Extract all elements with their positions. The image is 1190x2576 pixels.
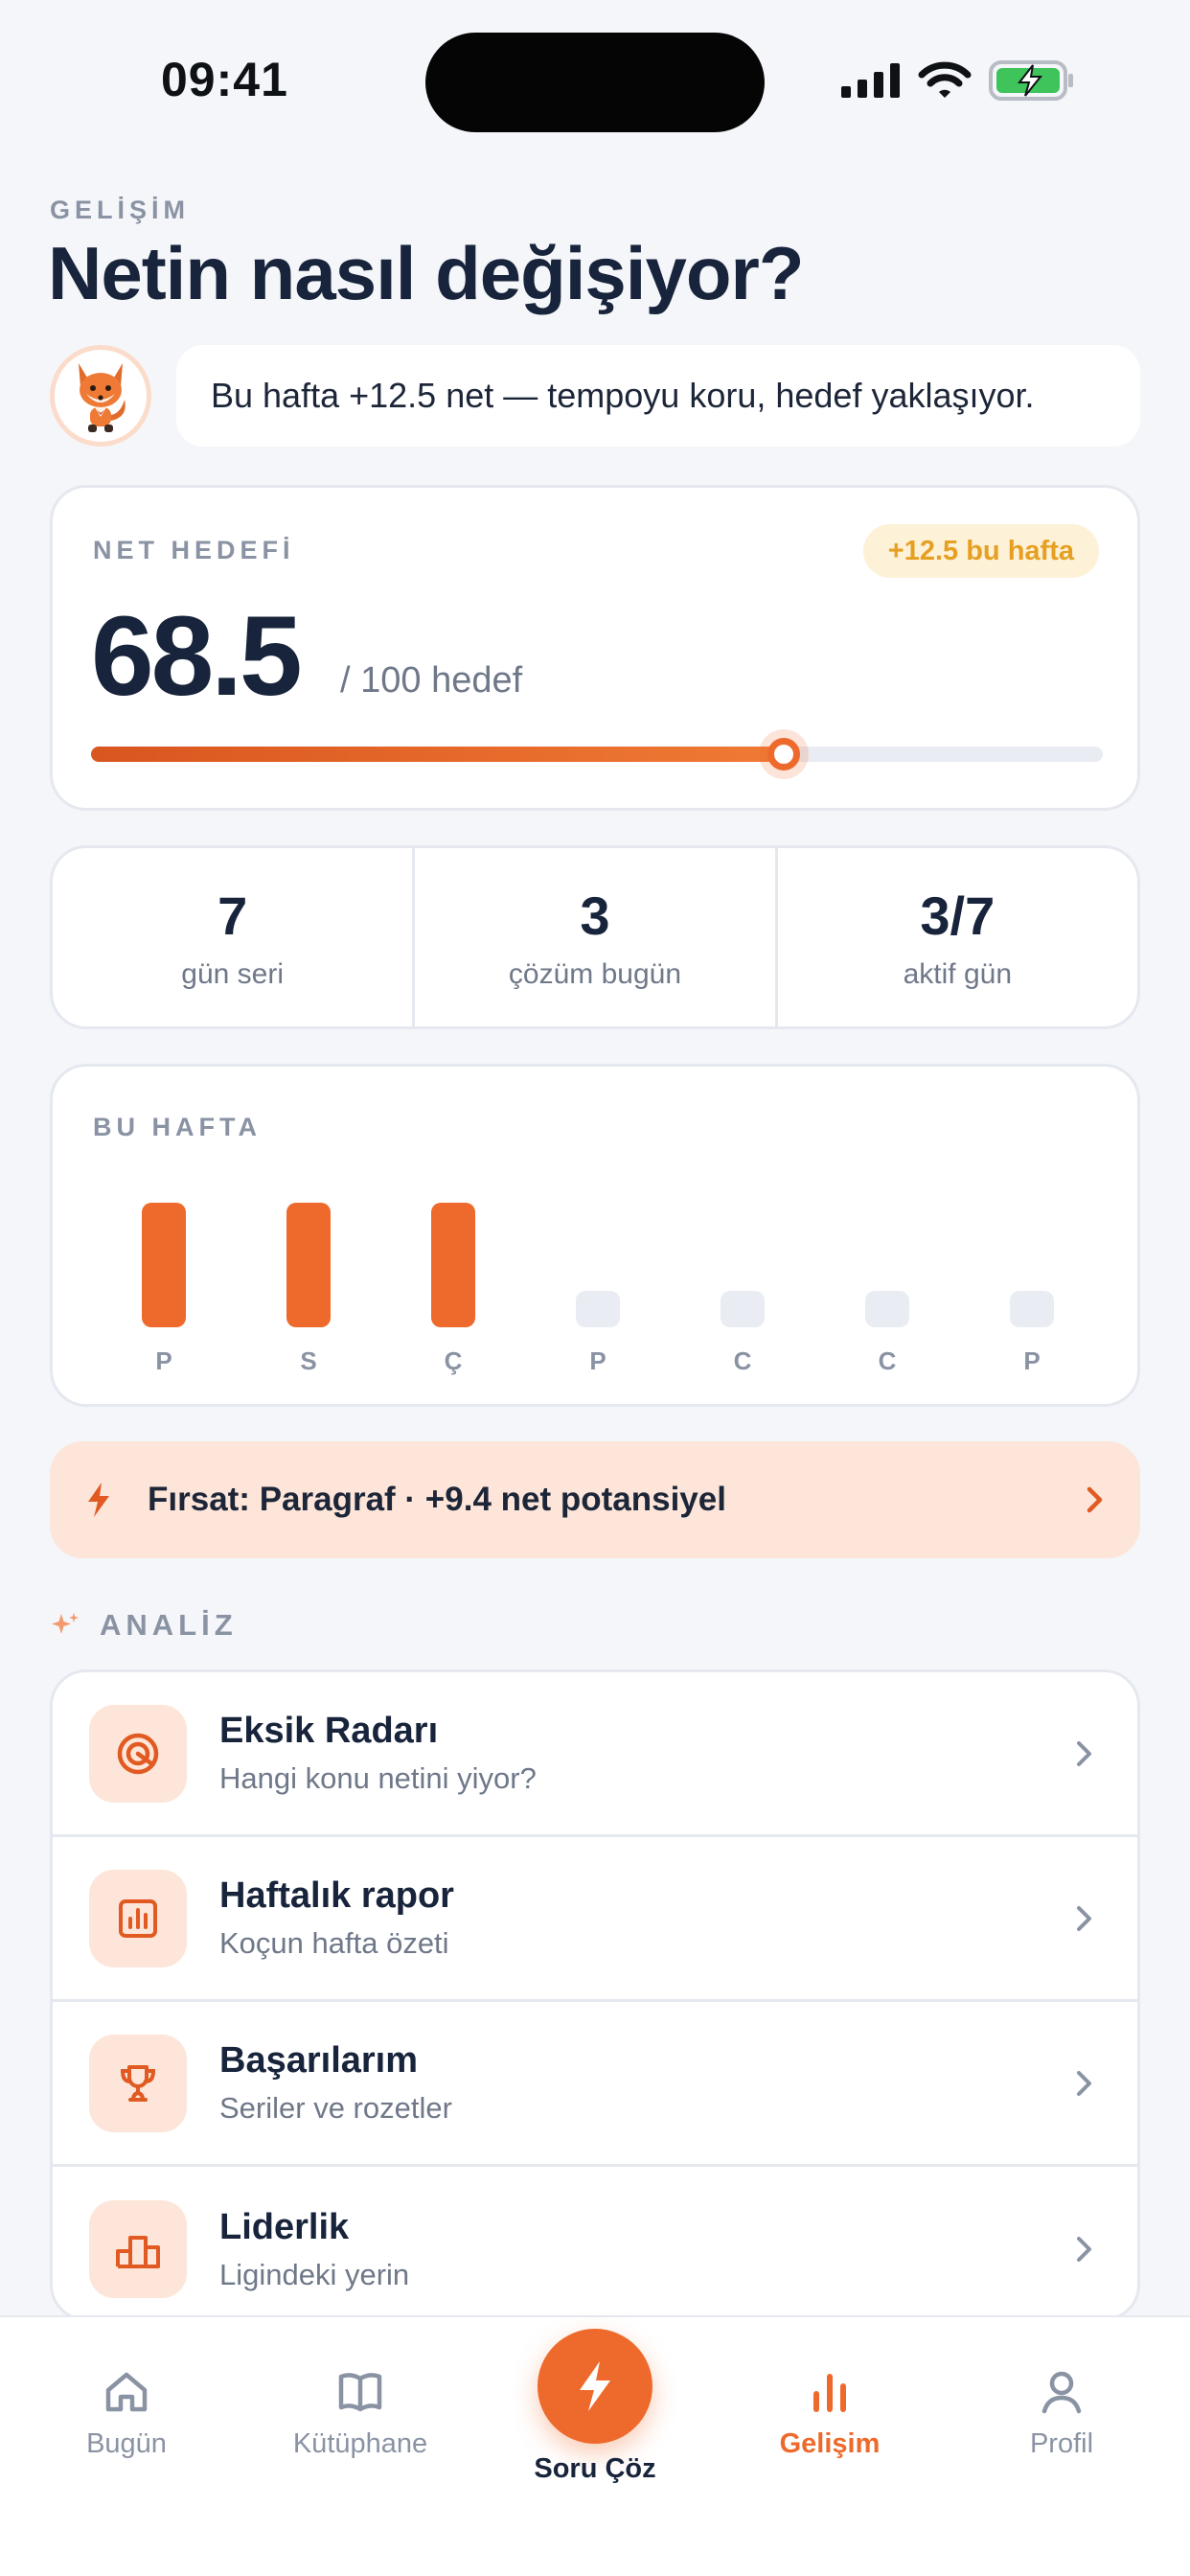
list-item-icon-box	[89, 2034, 187, 2132]
stat-value: 7	[217, 885, 248, 946]
day-bar	[865, 1291, 909, 1327]
tab-label: Bugün	[86, 2428, 167, 2459]
goal-progress-fill	[91, 747, 785, 762]
page-title: Netin nasıl değişiyor?	[48, 231, 805, 315]
cellular-signal-icon	[841, 63, 900, 98]
analysis-label: ANALİZ	[100, 1608, 238, 1642]
goal-progress-thumb	[767, 738, 801, 770]
list-item-achievements[interactable]: Başarılarım Seriler ve rozetler	[53, 2002, 1137, 2167]
list-item-gap-radar[interactable]: Eksik Radarı Hangi konu netini yiyor?	[53, 1672, 1137, 1837]
list-item-subtitle: Hangi konu netini yiyor?	[219, 1761, 537, 1795]
tab-label: Gelişim	[779, 2428, 881, 2459]
chevron-right-icon	[1087, 1486, 1103, 1513]
list-item-subtitle: Koçun hafta özeti	[219, 1926, 449, 1960]
book-icon	[338, 2373, 382, 2412]
dynamic-island	[425, 33, 765, 132]
chevron-right-icon	[1077, 1905, 1091, 1931]
report-icon	[119, 1898, 157, 1938]
day-bar	[431, 1203, 475, 1327]
stat-streak: 7 gün seri	[53, 848, 416, 1026]
user-icon	[1041, 2371, 1082, 2414]
goal-progress-track	[91, 738, 1103, 770]
day-label: S	[300, 1346, 316, 1375]
list-item-title: Eksik Radarı	[219, 1711, 439, 1751]
list-item-weekly-report[interactable]: Haftalık rapor Koçun hafta özeti	[53, 1837, 1137, 2002]
home-icon	[105, 2372, 148, 2412]
solve-question-label[interactable]: Soru Çöz	[499, 2453, 691, 2485]
day-bar	[142, 1203, 186, 1327]
list-item-icon-box	[89, 2200, 187, 2298]
day-label: C	[734, 1346, 752, 1375]
stat-active-days: 3/7 aktif gün	[778, 848, 1137, 1026]
analysis-header: ANALİZ	[50, 1608, 238, 1643]
stat-solved-today: 3 çözüm bugün	[415, 848, 778, 1026]
status-time: 09:41	[161, 53, 288, 106]
tab-progress[interactable]: Gelişim	[734, 2369, 926, 2460]
day-bar	[576, 1291, 620, 1327]
wifi-icon	[918, 61, 972, 98]
chevron-right-icon	[1077, 2070, 1091, 2096]
list-item-icon-box	[89, 1704, 187, 1803]
goal-label: NET HEDEFİ	[93, 536, 295, 564]
list-item-subtitle: Seriler ve rozetler	[219, 2091, 452, 2125]
tab-label: Kütüphane	[292, 2428, 428, 2459]
net-goal-card: NET HEDEFİ +12.5 bu hafta 68.5 / 100 hed…	[50, 485, 1140, 811]
day-bar	[721, 1291, 765, 1327]
list-item-title: Haftalık rapor	[219, 1875, 454, 1916]
analysis-list: Eksik Radarı Hangi konu netini yiyor? Ha…	[50, 1669, 1140, 2321]
bottom-tab-bar: Bugün Kütüphane Soru Çöz Gelişim Profil	[0, 2315, 1190, 2576]
chevron-right-icon	[1077, 2237, 1091, 2262]
trophy-icon	[120, 2064, 156, 2102]
tab-label: Profil	[1029, 2428, 1094, 2459]
stat-label: çözüm bugün	[508, 957, 682, 990]
day-label: P	[155, 1346, 172, 1375]
stat-label: gün seri	[181, 957, 285, 990]
tab-profile[interactable]: Profil	[966, 2369, 1157, 2460]
day-label: Ç	[445, 1346, 463, 1375]
day-bar	[1010, 1291, 1054, 1327]
stat-value: 3	[580, 885, 610, 946]
bolt-icon	[88, 1483, 109, 1517]
day-label: C	[879, 1346, 897, 1375]
list-item-subtitle: Ligindeki yerin	[219, 2257, 410, 2291]
goal-current-value: 68.5	[91, 593, 303, 720]
list-item-leaderboard[interactable]: Liderlik Ligindeki yerin	[53, 2167, 1137, 2318]
status-icons	[841, 59, 1075, 102]
week-activity-chart: PSÇPCCP	[142, 1203, 1054, 1375]
coach-message: Bu hafta +12.5 net — tempoyu koru, hedef…	[176, 345, 1140, 447]
chevron-right-icon	[1077, 1740, 1091, 1766]
list-item-icon-box	[89, 1869, 187, 1967]
day-label: P	[1023, 1346, 1040, 1375]
sparkle-icon	[52, 1613, 79, 1634]
stat-label: aktif gün	[903, 957, 1013, 990]
fox-mascot-icon	[79, 363, 126, 432]
week-activity-card: BU HAFTA PSÇPCCP	[50, 1064, 1140, 1407]
tab-library[interactable]: Kütüphane	[264, 2369, 456, 2460]
opportunity-text: Fırsat: Paragraf · +9.4 net potansiyel	[148, 1481, 726, 1518]
tab-today[interactable]: Bugün	[31, 2369, 222, 2460]
goal-target: / 100 hedef	[340, 660, 523, 701]
solve-question-button[interactable]	[538, 2329, 652, 2444]
day-label: P	[589, 1346, 606, 1375]
chart-icon	[813, 2374, 846, 2412]
list-item-title: Başarılarım	[219, 2040, 419, 2081]
section-eyebrow: GELİŞİM	[50, 196, 191, 224]
weekly-gain-badge: +12.5 bu hafta	[862, 524, 1099, 578]
leaderboard-icon	[116, 2236, 160, 2268]
stat-value: 3/7	[920, 885, 995, 946]
stats-card: 7 gün seri 3 çözüm bugün 3/7 aktif gün	[50, 845, 1140, 1029]
opportunity-banner[interactable]: Fırsat: Paragraf · +9.4 net potansiyel	[50, 1441, 1140, 1558]
list-item-title: Liderlik	[219, 2206, 350, 2247]
coach-avatar[interactable]	[50, 345, 151, 447]
bolt-icon	[580, 2361, 610, 2411]
day-bar	[286, 1203, 331, 1327]
battery-charging-icon	[989, 60, 1073, 101]
radar-icon	[117, 1733, 159, 1774]
